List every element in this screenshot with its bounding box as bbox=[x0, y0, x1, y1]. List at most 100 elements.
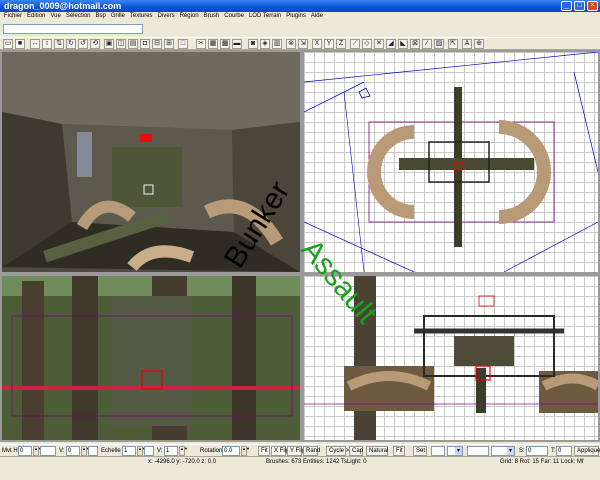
entity-icon[interactable]: ◈ bbox=[260, 39, 270, 49]
paint-icon[interactable]: ▨ bbox=[434, 39, 444, 49]
z-axis-icon[interactable]: Z bbox=[336, 39, 346, 49]
brush-icon[interactable]: ∕ bbox=[422, 39, 432, 49]
scale-v-spinner[interactable]: ▲▼ bbox=[179, 446, 188, 456]
texture-view-icon[interactable]: ▩ bbox=[220, 39, 230, 49]
menu-grille[interactable]: Grille bbox=[109, 12, 128, 22]
patch-icon[interactable]: ▥ bbox=[272, 39, 282, 49]
scale-icon[interactable]: ⇲ bbox=[298, 39, 308, 49]
top-grid-view[interactable] bbox=[302, 50, 600, 274]
open-icon[interactable]: ▭ bbox=[3, 39, 13, 49]
select-inside-icon[interactable]: ◘ bbox=[140, 39, 150, 49]
vshift-label: V: bbox=[59, 448, 65, 454]
flip-x-icon[interactable]: ↔ bbox=[30, 39, 40, 49]
scale-h-spinner[interactable]: ▲▼ bbox=[137, 446, 146, 456]
rand-button[interactable]: Rand bbox=[303, 446, 320, 456]
menu-aide[interactable]: Aide bbox=[309, 12, 326, 22]
scale-v-field[interactable]: 1 bbox=[164, 446, 178, 456]
menu-region[interactable]: Région bbox=[178, 12, 202, 22]
front-view-geometry bbox=[304, 276, 598, 440]
cycle-button[interactable]: Cycle > bbox=[326, 446, 349, 456]
csg-merge-icon[interactable]: ⊞ bbox=[164, 39, 174, 49]
menu-vue[interactable]: Vue bbox=[48, 12, 63, 22]
t-field[interactable]: 0 bbox=[556, 446, 572, 456]
select-touching-icon[interactable]: ◫ bbox=[116, 39, 126, 49]
status-bar: x: -4296.0 y: -720.0 z: 0.0 Brushes: 673… bbox=[0, 457, 600, 468]
vshift-spinner[interactable]: ▲▼ bbox=[81, 446, 90, 456]
text-icon[interactable]: A bbox=[462, 39, 472, 49]
y-axis-icon[interactable]: Y bbox=[324, 39, 334, 49]
maximize-button[interactable]: □ bbox=[574, 1, 585, 11]
rotation-field[interactable]: 0.0 bbox=[222, 446, 240, 456]
menu-courbe[interactable]: Courbe bbox=[222, 12, 247, 22]
csg-subtract-icon[interactable]: ⊟ bbox=[152, 39, 162, 49]
set-button[interactable]: Set bbox=[413, 446, 427, 456]
camera-view[interactable] bbox=[0, 50, 302, 274]
cut-icon[interactable]: ✕ bbox=[374, 39, 384, 49]
s-field[interactable]: 0 bbox=[526, 446, 548, 456]
x-axis-icon[interactable]: X bbox=[312, 39, 322, 49]
menu-textures[interactable]: Textures bbox=[128, 12, 156, 22]
surface-inspector: Mvt H: 0 ▲▼ V: 0 ▲▼ Echelle 1 ▲▼ V: 1 ▲▼… bbox=[0, 444, 600, 457]
rotation-spinner[interactable]: ▲▼ bbox=[241, 446, 250, 456]
lock-icon[interactable]: ⊗ bbox=[286, 39, 296, 49]
cap-button[interactable]: Cap bbox=[349, 446, 363, 456]
y-flip-button[interactable]: Y Flip bbox=[287, 446, 305, 456]
change-views-icon[interactable]: ▦ bbox=[208, 39, 218, 49]
menu-plugins[interactable]: Plugins bbox=[284, 12, 309, 22]
menu-brush[interactable]: Brush bbox=[202, 12, 223, 22]
fit-width-dropdown[interactable]: ▼ bbox=[447, 446, 463, 456]
save-icon[interactable]: ■ bbox=[15, 39, 25, 49]
select-complete-icon[interactable]: ▣ bbox=[104, 39, 114, 49]
endcap-icon[interactable]: ◣ bbox=[398, 39, 408, 49]
fit-height-dropdown[interactable]: ▼ bbox=[491, 446, 515, 456]
menu-lod-terrain[interactable]: LOD Terrain bbox=[247, 12, 284, 22]
rotate-x-icon[interactable]: ↻ bbox=[66, 39, 76, 49]
hollow-icon[interactable]: □ bbox=[178, 39, 188, 49]
menu-selection[interactable]: Sélection bbox=[64, 12, 94, 22]
scale-lock-icon[interactable]: ⇱ bbox=[448, 39, 458, 49]
clipper-icon[interactable]: ✂ bbox=[196, 39, 206, 49]
natural-button[interactable]: Natural bbox=[366, 446, 388, 456]
apply-button[interactable]: Appliquer bbox=[574, 446, 600, 456]
command-input[interactable] bbox=[3, 24, 143, 34]
drag-edges-icon[interactable]: ⟋ bbox=[350, 39, 360, 49]
x-flip-button[interactable]: X Flip bbox=[271, 446, 289, 456]
t-label: T: bbox=[551, 448, 556, 454]
bevel-icon[interactable]: ◢ bbox=[386, 39, 396, 49]
hshift-spinner[interactable]: ▲▼ bbox=[33, 446, 42, 456]
fit-button[interactable]: Fit bbox=[258, 446, 270, 456]
window-title: dragon_0009@hotmail.com bbox=[4, 1, 122, 11]
fit-2-button[interactable]: Fit bbox=[393, 446, 405, 456]
show-entities-icon[interactable]: ⊕ bbox=[474, 39, 484, 49]
textured-side-view[interactable] bbox=[0, 274, 302, 442]
fit-width-field[interactable] bbox=[431, 446, 445, 456]
menu-divers[interactable]: Divers bbox=[156, 12, 178, 22]
top-view-geometry bbox=[304, 52, 598, 272]
minimize-button[interactable]: _ bbox=[561, 1, 572, 11]
main-toolbar: ▭ ■ ↔ ↕ ⇅ ↻ ↺ ⟲ ▣ ◫ ▤ ◘ ⊟ ⊞ □ ✂ ▦ ▩ ▬ ◙ … bbox=[0, 37, 600, 50]
menu-bar: Fichier Edition Vue Sélection Bsp Grille… bbox=[0, 12, 600, 22]
rotate-y-icon[interactable]: ↺ bbox=[78, 39, 88, 49]
flip-z-icon[interactable]: ⇅ bbox=[54, 39, 64, 49]
menu-bsp[interactable]: Bsp bbox=[94, 12, 109, 22]
camera-icon[interactable]: ◙ bbox=[248, 39, 258, 49]
scale-h-field[interactable]: 1 bbox=[122, 446, 136, 456]
vshift-step-field[interactable] bbox=[88, 446, 98, 456]
menu-fichier[interactable]: Fichier bbox=[2, 12, 25, 22]
cubic-clip-icon[interactable]: ▬ bbox=[232, 39, 242, 49]
rotation-label: Rotation bbox=[200, 448, 223, 454]
close-button[interactable]: × bbox=[587, 1, 598, 11]
drag-vertices-icon[interactable]: ◇ bbox=[362, 39, 372, 49]
hshift-field[interactable]: 0 bbox=[18, 446, 32, 456]
front-grid-view[interactable] bbox=[302, 274, 600, 442]
hshift-step-field[interactable] bbox=[40, 446, 56, 456]
flip-y-icon[interactable]: ↕ bbox=[42, 39, 52, 49]
fit-height-field[interactable] bbox=[467, 446, 489, 456]
menu-edition[interactable]: Edition bbox=[25, 12, 48, 22]
texture-lock-icon[interactable]: ⊠ bbox=[410, 39, 420, 49]
rotate-z-icon[interactable]: ⟲ bbox=[90, 39, 100, 49]
vshift-field[interactable]: 0 bbox=[66, 446, 80, 456]
select-partial-icon[interactable]: ▤ bbox=[128, 39, 138, 49]
status-counts: Brushes: 673 Entities: 1242 TsLight: 0 bbox=[266, 459, 367, 465]
scale-h-step-field[interactable] bbox=[144, 446, 154, 456]
